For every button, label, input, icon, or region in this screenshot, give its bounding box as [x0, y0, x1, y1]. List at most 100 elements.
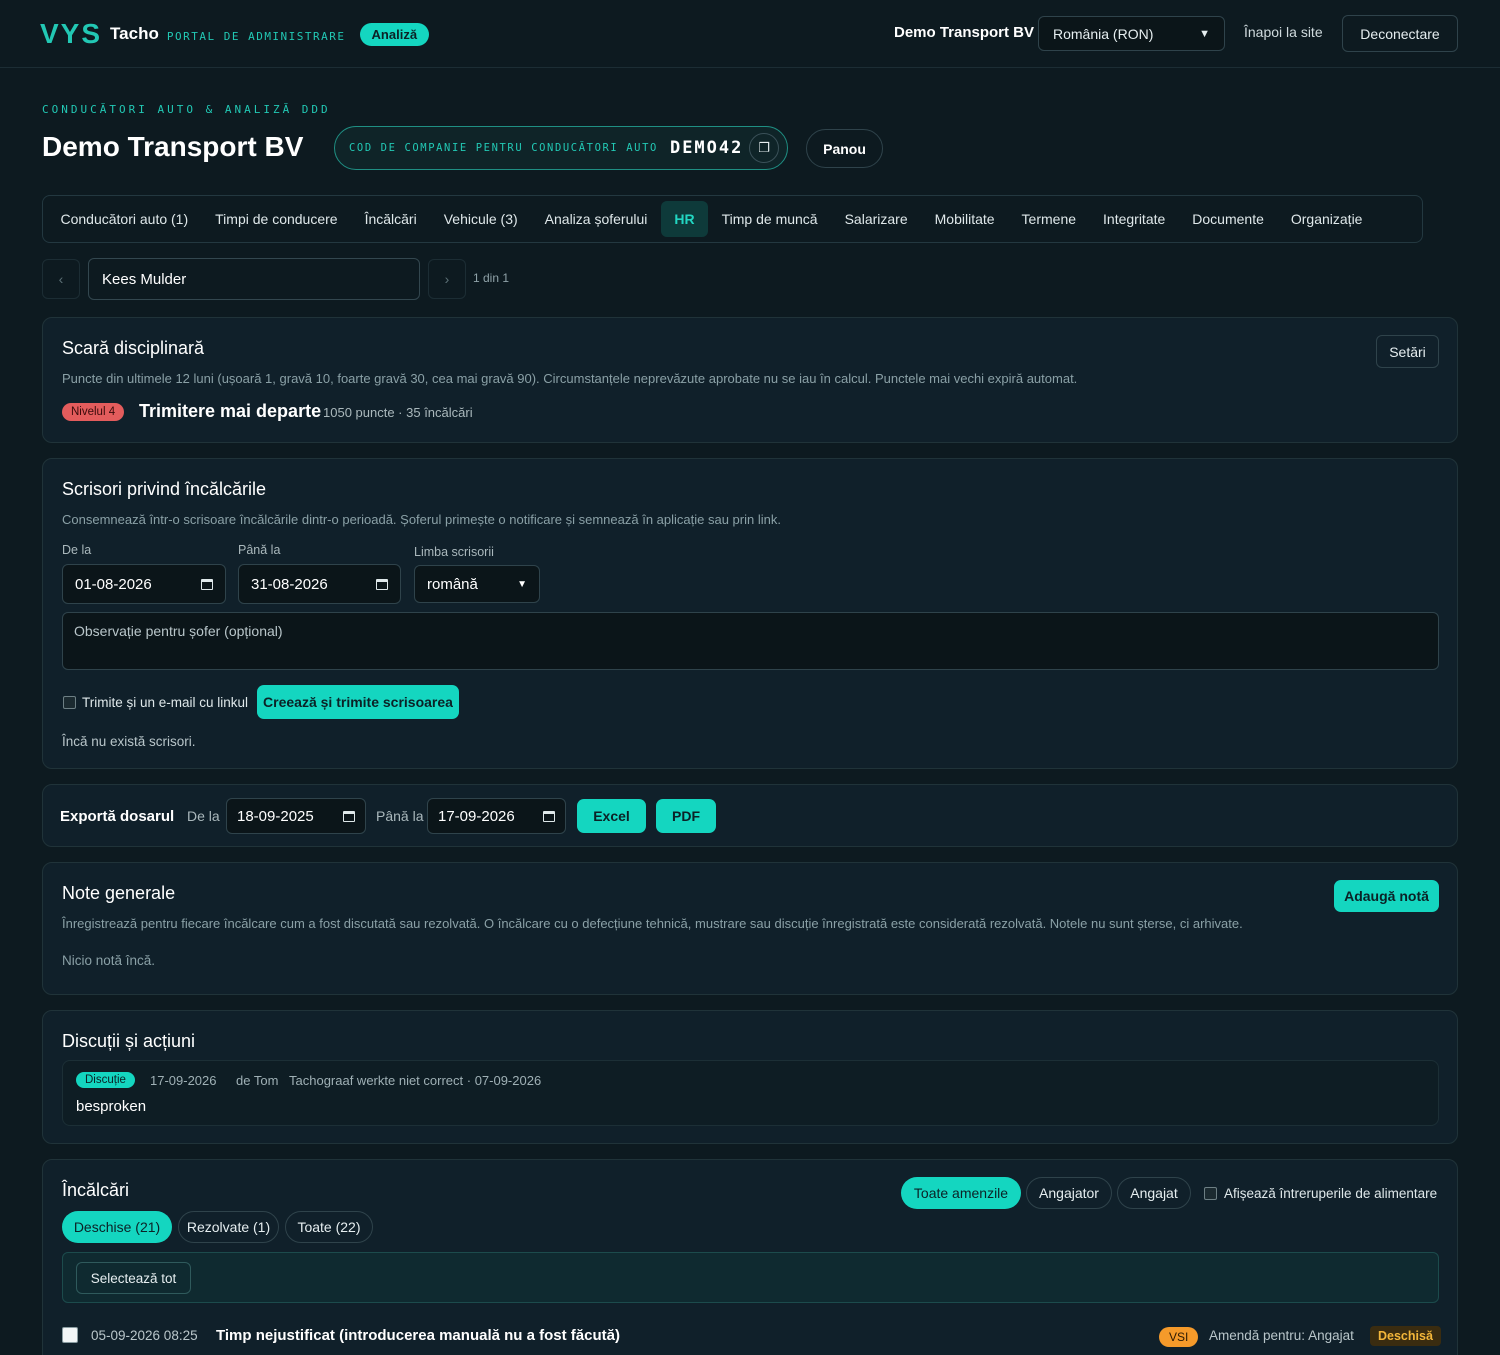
discussion-reference: Tachograaf werkte niet correct · 07-09-2… — [289, 1073, 542, 1088]
logo-mark: VYS — [40, 18, 103, 49]
mode-badge: Analiză — [359, 22, 430, 46]
export-pdf-button[interactable]: PDF — [656, 799, 716, 833]
email-link-label: Trimite și un e-mail cu linkul — [82, 695, 249, 710]
driver-select[interactable]: Kees Mulder — [88, 258, 420, 300]
discussion-item[interactable]: Discuție 17-09-2026 de Tom Tachograaf we… — [62, 1060, 1439, 1126]
tab-resolved[interactable]: Rezolvate (1) — [178, 1211, 279, 1243]
tab-10[interactable]: Integritate — [1090, 201, 1179, 237]
filter-employer[interactable]: Angajator — [1026, 1177, 1112, 1209]
letters-from-label: De la — [62, 543, 92, 557]
export-excel-button[interactable]: Excel — [577, 799, 646, 833]
discipline-card: Scară disciplinară Setări Puncte din ult… — [42, 317, 1458, 443]
letters-lang-value: română — [427, 575, 478, 593]
tab-0[interactable]: Conducători auto (1) — [47, 201, 202, 237]
violation-fine: Amendă pentru: Angajat — [1209, 1328, 1354, 1343]
header-company-name: Demo Transport BV — [894, 24, 1035, 41]
logo-portal-label: PORTAL DE ADMINISTRARE — [166, 29, 346, 43]
driver-count: 1 din 1 — [473, 271, 510, 285]
discussions-card: Discuții și acțiuni Discuție 17-09-2026 … — [42, 1010, 1458, 1144]
export-card: Exportă dosarul De la 18-09-2025 Până la… — [42, 784, 1458, 847]
export-to-label: Până la — [376, 808, 424, 824]
violation-title[interactable]: Timp nejustificat (introducerea manuală … — [216, 1327, 620, 1344]
letters-empty: Încă nu există scrisori. — [62, 734, 196, 749]
email-link-checkbox[interactable] — [63, 696, 76, 709]
discussions-title: Discuții și acțiuni — [62, 1031, 196, 1051]
country-select[interactable]: România (RON) ▼ — [1038, 16, 1225, 51]
chevron-down-icon: ▼ — [1199, 27, 1210, 40]
country-select-value: România (RON) — [1053, 25, 1154, 42]
tab-11[interactable]: Documente — [1179, 201, 1278, 237]
filter-all-fines[interactable]: Toate amenzile — [901, 1177, 1021, 1209]
violations-title: Încălcări — [62, 1180, 130, 1200]
export-from-input[interactable]: 18-09-2025 — [226, 798, 366, 834]
panel-button[interactable]: Panou — [806, 129, 883, 168]
status-badge: Deschisă — [1370, 1326, 1441, 1346]
bulk-select-bar: Selectează tot — [62, 1252, 1439, 1303]
company-code-value: DEMO42 — [669, 138, 744, 158]
discussion-badge: Discuție — [76, 1072, 135, 1088]
export-to-input[interactable]: 17-09-2026 — [427, 798, 566, 834]
violation-datetime: 05-09-2026 08:25 — [91, 1328, 198, 1343]
discipline-title: Scară disciplinară — [62, 338, 205, 358]
discussion-author: de Tom — [236, 1073, 279, 1088]
calendar-icon[interactable] — [376, 578, 388, 590]
discipline-description: Puncte din ultimele 12 luni (ușoară 1, g… — [62, 371, 1078, 386]
tab-4[interactable]: Analiza șoferului — [531, 201, 661, 237]
add-note-button[interactable]: Adaugă notă — [1334, 880, 1439, 912]
letters-description: Consemnează într-o scrisoare încălcările… — [62, 512, 781, 527]
logo[interactable]: VYS Tacho PORTAL DE ADMINISTRARE Analiză — [40, 18, 430, 50]
calendar-icon[interactable] — [543, 810, 555, 822]
tab-all[interactable]: Toate (22) — [285, 1211, 373, 1243]
back-to-site-link[interactable]: Înapoi la site — [1244, 24, 1323, 40]
level-badge: Nivelul 4 — [62, 403, 125, 421]
letters-to-label: Până la — [238, 543, 281, 557]
export-to-value: 17-09-2026 — [438, 807, 515, 825]
tab-open[interactable]: Deschise (21) — [62, 1211, 172, 1243]
severity-badge: VSI — [1159, 1327, 1199, 1347]
notes-empty: Nicio notă încă. — [62, 953, 156, 968]
tab-12[interactable]: Organizație — [1277, 201, 1376, 237]
company-code-label: COD DE COMPANIE PENTRU CONDUCĂTORI AUTO — [349, 142, 658, 154]
select-all-button[interactable]: Selectează tot — [76, 1262, 191, 1294]
tab-2[interactable]: Încălcări — [351, 201, 430, 237]
export-title: Exportă dosarul — [60, 808, 175, 825]
notes-description: Înregistrează pentru fiecare încălcare c… — [62, 916, 1243, 931]
settings-button[interactable]: Setări — [1376, 335, 1439, 368]
violations-card: Încălcări Toate amenzile Angajator Angaj… — [42, 1159, 1458, 1355]
next-driver-button[interactable]: › — [428, 259, 466, 299]
export-from-label: De la — [187, 808, 220, 824]
power-interruptions-checkbox[interactable] — [1204, 1187, 1217, 1200]
level-meta: 1050 puncte · 35 încălcări — [323, 405, 473, 420]
violation-row-checkbox[interactable] — [62, 1327, 78, 1343]
tab-3[interactable]: Vehicule (3) — [430, 201, 531, 237]
page-title: Demo Transport BV — [42, 131, 304, 162]
copy-icon[interactable]: ❐ — [749, 133, 779, 163]
letters-to-input[interactable]: 31-08-2026 — [238, 564, 401, 604]
letters-to-value: 31-08-2026 — [251, 575, 328, 593]
driver-note-textarea[interactable]: Observație pentru șofer (opțional) — [62, 612, 1439, 670]
level-name: Trimitere mai departe — [139, 401, 322, 421]
prev-driver-button[interactable]: ‹ — [42, 259, 80, 299]
tab-6[interactable]: Timp de muncă — [708, 201, 831, 237]
create-letter-button[interactable]: Creează și trimite scrisoarea — [257, 685, 459, 719]
tab-9[interactable]: Termene — [1008, 201, 1089, 237]
letters-from-input[interactable]: 01-08-2026 — [62, 564, 226, 604]
letters-lang-select[interactable]: română ▼ — [414, 565, 540, 603]
company-code-pill: COD DE COMPANIE PENTRU CONDUCĂTORI AUTO … — [334, 126, 788, 170]
notes-title: Note generale — [62, 883, 176, 903]
discussion-text: besproken — [76, 1098, 147, 1115]
filter-employee[interactable]: Angajat — [1117, 1177, 1191, 1209]
letters-title: Scrisori privind încălcările — [62, 479, 267, 499]
logout-button[interactable]: Deconectare — [1342, 15, 1458, 52]
export-from-value: 18-09-2025 — [237, 807, 314, 825]
tab-5[interactable]: HR — [660, 201, 709, 237]
discussion-date: 17-09-2026 — [150, 1073, 217, 1088]
notes-card: Note generale Adaugă notă Înregistrează … — [42, 862, 1458, 995]
tab-7[interactable]: Salarizare — [831, 201, 921, 237]
letters-lang-label: Limba scrisorii — [414, 545, 494, 559]
calendar-icon[interactable] — [343, 810, 355, 822]
tab-8[interactable]: Mobilitate — [921, 201, 1008, 237]
calendar-icon[interactable] — [201, 578, 213, 590]
tab-1[interactable]: Timpi de conducere — [202, 201, 351, 237]
page-eyebrow: CONDUCĂTORI AUTO & ANALIZĂ DDD — [42, 103, 331, 116]
